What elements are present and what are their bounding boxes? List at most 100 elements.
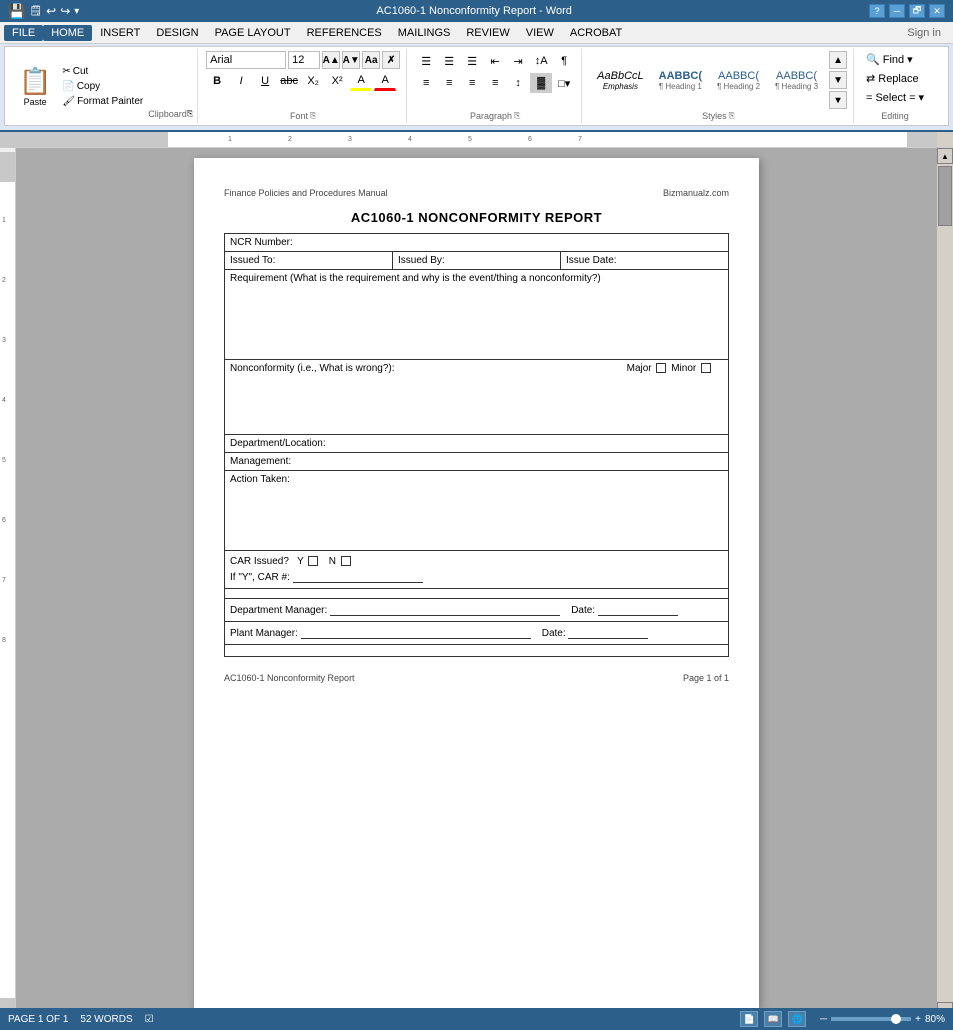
dept-manager-label: Department Manager: — [230, 605, 327, 616]
change-case-button[interactable]: Aa — [362, 51, 380, 69]
show-hide-button[interactable]: ¶ — [553, 51, 575, 71]
view-print-button[interactable]: 📄 — [740, 1011, 758, 1027]
dept-date-field[interactable] — [598, 604, 678, 616]
font-size-input[interactable] — [288, 51, 320, 69]
format-painter-button[interactable]: 🖌 Format Painter — [59, 95, 146, 108]
paste-button[interactable]: 📋 Paste — [13, 51, 57, 121]
style-heading2[interactable]: AABBC( ¶ Heading 2 — [710, 67, 767, 94]
styles-scroll-down[interactable]: ▼ — [829, 71, 847, 89]
font-group-label: Font — [290, 111, 308, 121]
car-number-field[interactable] — [293, 571, 423, 583]
scroll-up-button[interactable]: ▲ — [937, 148, 953, 164]
styles-scroll-up[interactable]: ▲ — [829, 51, 847, 69]
select-button[interactable]: = Select = ▾ — [862, 89, 928, 106]
menu-design[interactable]: DESIGN — [148, 25, 206, 41]
menu-insert[interactable]: INSERT — [92, 25, 148, 41]
paragraph-expand-icon[interactable]: ⎘ — [514, 111, 520, 121]
proofing-icon[interactable]: ☑ — [145, 1014, 154, 1025]
zoom-thumb — [891, 1014, 901, 1024]
font-shrink-button[interactable]: A▼ — [342, 51, 360, 69]
spacer-cell — [225, 589, 729, 599]
clear-format-button[interactable]: ✗ — [382, 51, 400, 69]
ncr-number-row: NCR Number: — [225, 234, 729, 252]
strikethrough-button[interactable]: abc — [278, 71, 300, 91]
font-name-input[interactable] — [206, 51, 286, 69]
left-ruler-7: 7 — [2, 577, 6, 584]
close-button[interactable]: ✕ — [929, 4, 945, 18]
car-n-checkbox[interactable] — [341, 556, 351, 566]
minor-checkbox[interactable] — [701, 363, 711, 373]
menu-bar: FILE HOME INSERT DESIGN PAGE LAYOUT REFE… — [0, 22, 953, 44]
major-checkbox[interactable] — [656, 363, 666, 373]
scroll-thumb[interactable] — [938, 166, 952, 226]
left-ruler-8: 8 — [2, 637, 6, 644]
font-expand-icon[interactable]: ⎘ — [310, 111, 316, 121]
menu-file[interactable]: FILE — [4, 25, 43, 41]
menu-acrobat[interactable]: ACROBAT — [562, 25, 630, 41]
find-button[interactable]: 🔍 Find ▾ — [862, 51, 928, 68]
menu-mailings[interactable]: MAILINGS — [390, 25, 459, 41]
footer-left: AC1060-1 Nonconformity Report — [224, 673, 355, 683]
zoom-in-button[interactable]: + — [915, 1014, 921, 1025]
superscript-button[interactable]: X² — [326, 71, 348, 91]
help-button[interactable]: ? — [869, 4, 885, 18]
menu-review[interactable]: REVIEW — [458, 25, 517, 41]
menu-home[interactable]: HOME — [43, 25, 92, 41]
menu-view[interactable]: VIEW — [518, 25, 562, 41]
align-left-button[interactable]: ≡ — [415, 73, 437, 93]
center-button[interactable]: ≡ — [438, 73, 460, 93]
ruler-mark-3: 3 — [348, 136, 352, 143]
nonconformity-label: Nonconformity (i.e., What is wrong?): — [230, 363, 395, 374]
bold-button[interactable]: B — [206, 71, 228, 91]
line-spacing-button[interactable]: ↕ — [507, 73, 529, 93]
plant-date-field[interactable] — [568, 627, 648, 639]
subscript-button[interactable]: X₂ — [302, 71, 324, 91]
car-y-checkbox[interactable] — [308, 556, 318, 566]
shading-button[interactable]: ▓ — [530, 73, 552, 93]
requirement-label: Requirement (What is the requirement and… — [230, 273, 601, 284]
italic-button[interactable]: I — [230, 71, 252, 91]
left-ruler-6: 6 — [2, 517, 6, 524]
bullets-button[interactable]: ☰ — [415, 51, 437, 71]
document-title: AC1060-1 Nonconformity Report - Word — [79, 5, 869, 17]
scroll-bar: ▲ ▼ — [937, 148, 953, 1018]
zoom-slider[interactable] — [831, 1017, 911, 1021]
styles-more[interactable]: ▾ — [829, 91, 847, 109]
justify-button[interactable]: ≡ — [484, 73, 506, 93]
replace-button[interactable]: ⇄ Replace — [862, 70, 928, 87]
menu-references[interactable]: REFERENCES — [299, 25, 390, 41]
style-heading3[interactable]: AABBC( ¶ Heading 3 — [768, 67, 825, 94]
page-header: Finance Policies and Procedures Manual B… — [224, 188, 729, 198]
select-icon: = — [866, 92, 872, 104]
zoom-out-button[interactable]: ─ — [820, 1014, 827, 1025]
view-read-button[interactable]: 📖 — [764, 1011, 782, 1027]
align-right-button[interactable]: ≡ — [461, 73, 483, 93]
numbering-button[interactable]: ☰ — [438, 51, 460, 71]
font-color-button[interactable]: A — [374, 71, 396, 91]
menu-page-layout[interactable]: PAGE LAYOUT — [207, 25, 299, 41]
copy-button[interactable]: 📄 Copy — [59, 80, 146, 93]
highlight-button[interactable]: A — [350, 71, 372, 91]
page-area[interactable]: Finance Policies and Procedures Manual B… — [16, 148, 937, 1018]
style-emphasis[interactable]: AaBbCcL Emphasis — [590, 67, 650, 94]
plant-manager-field[interactable] — [301, 627, 531, 639]
left-ruler-5: 5 — [2, 457, 6, 464]
issued-by-label: Issued By: — [398, 255, 445, 266]
style-heading1[interactable]: AABBC( ¶ Heading 1 — [652, 67, 709, 94]
view-web-button[interactable]: 🌐 — [788, 1011, 806, 1027]
sign-in[interactable]: Sign in — [907, 27, 949, 39]
clipboard-expand-icon[interactable]: ⎘ — [187, 109, 193, 119]
borders-button[interactable]: □▾ — [553, 73, 575, 93]
dept-manager-field[interactable] — [330, 604, 560, 616]
font-grow-button[interactable]: A▲ — [322, 51, 340, 69]
styles-expand-icon[interactable]: ⎘ — [729, 111, 735, 121]
minimize-button[interactable]: ─ — [889, 4, 905, 18]
dec-indent-button[interactable]: ⇤ — [484, 51, 506, 71]
sort-button[interactable]: ↕A — [530, 51, 552, 71]
multilevel-button[interactable]: ☰ — [461, 51, 483, 71]
inc-indent-button[interactable]: ⇥ — [507, 51, 529, 71]
underline-button[interactable]: U — [254, 71, 276, 91]
replace-label: Replace — [878, 73, 918, 85]
restore-button[interactable]: 🗗 — [909, 4, 925, 18]
cut-button[interactable]: ✂ Cut — [59, 65, 146, 78]
